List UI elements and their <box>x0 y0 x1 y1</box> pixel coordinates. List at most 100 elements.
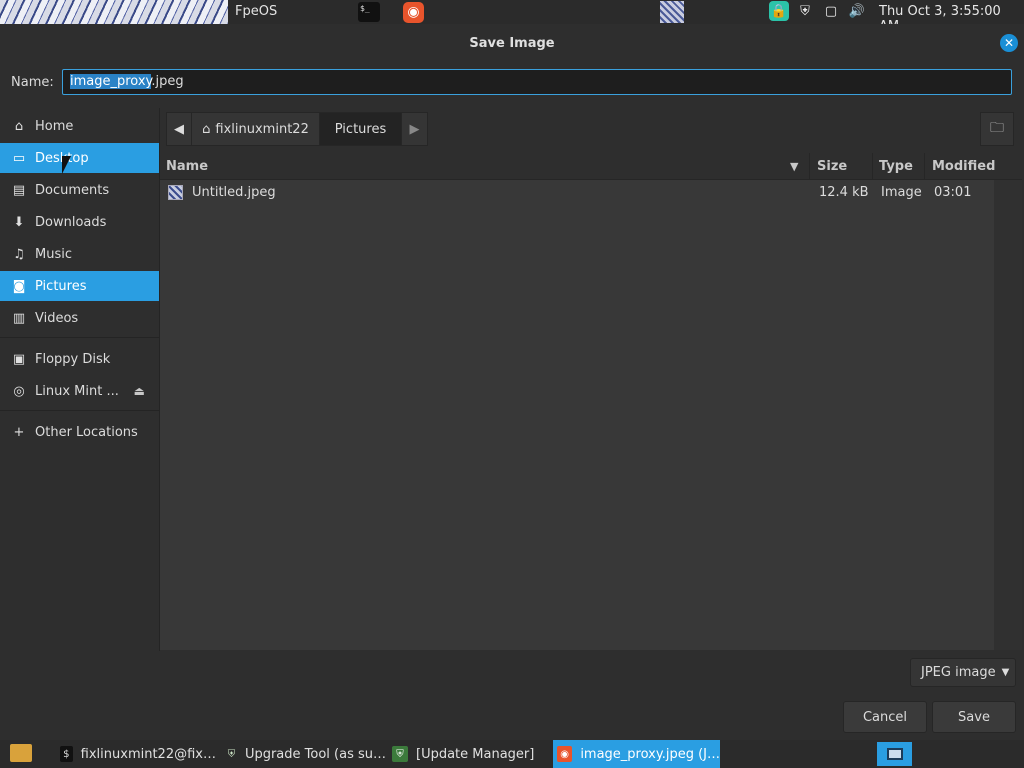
chevron-right-icon: ▶ <box>409 121 420 137</box>
path-current-label: Pictures <box>334 121 387 137</box>
sidebar-item-other-locations[interactable]: + Other Locations <box>0 417 159 447</box>
mouse-pointer <box>62 156 71 174</box>
firefox-icon: ◉ <box>557 746 573 762</box>
sidebar-item-label: Downloads <box>35 214 107 230</box>
column-size[interactable]: Size <box>817 159 847 174</box>
terminal-icon[interactable]: $_ <box>358 2 380 22</box>
file-modified: 03:01 <box>934 185 972 200</box>
column-type[interactable]: Type <box>879 159 913 174</box>
sidebar-item-label: Floppy Disk <box>35 351 111 367</box>
places-sidebar: ⌂ Home ▭ Desktop ▤ Documents ⬇ Downloads… <box>0 108 160 651</box>
terminal-icon: $ <box>60 746 73 762</box>
close-button[interactable]: ✕ <box>1000 34 1018 52</box>
shield-icon[interactable]: ⛨ <box>795 1 815 21</box>
window-icon[interactable]: ▢ <box>821 1 841 21</box>
path-bar: ◀ ⌂ fixlinuxmint22 Pictures ▶ <box>166 112 428 146</box>
filename-input[interactable]: image_proxy.jpeg <box>62 69 1012 95</box>
filename-extension: .jpeg <box>151 74 184 89</box>
sidebar-item-videos[interactable]: ▥ Videos <box>0 303 159 333</box>
home-icon: ⌂ <box>14 118 24 134</box>
workspace-icon <box>886 748 903 760</box>
folder-icon[interactable] <box>10 744 32 762</box>
filename-selection: image_proxy <box>70 74 152 89</box>
home-icon: ⌂ <box>202 121 211 137</box>
sort-down-icon: ▼ <box>790 160 799 173</box>
taskbar: $ fixlinuxmint22@fix… ⛨ Upgrade Tool (as… <box>0 740 1024 768</box>
music-icon: ♫ <box>13 246 25 262</box>
path-home-button[interactable]: ⌂ fixlinuxmint22 <box>192 112 320 146</box>
top-panel: FpeOS $_ ◉ 🔒 ⛨ ▢ 🔊 Thu Oct 3, 3:55:00 AM <box>0 0 1024 34</box>
sidebar-item-label: Music <box>35 246 72 262</box>
sidebar-item-documents[interactable]: ▤ Documents <box>0 175 159 205</box>
taskbar-item-label: [Update Manager] <box>416 746 535 762</box>
sidebar-item-desktop[interactable]: ▭ Desktop <box>0 143 159 173</box>
taskbar-item-update-manager[interactable]: ⛨ [Update Manager] <box>388 740 548 768</box>
name-row: Name: image_proxy.jpeg <box>0 69 1024 97</box>
column-modified[interactable]: Modified <box>932 159 995 174</box>
sidebar-item-music[interactable]: ♫ Music <box>0 239 159 269</box>
download-icon: ⬇ <box>13 214 25 230</box>
scrollbar-track[interactable] <box>994 180 1022 650</box>
sidebar-item-downloads[interactable]: ⬇ Downloads <box>0 207 159 237</box>
plus-icon: + <box>13 424 25 440</box>
dialog-title: Save Image <box>469 35 555 51</box>
file-list-header: Name ▼ Size Type Modified <box>160 153 1022 180</box>
sidebar-item-label: Linux Mint ... <box>35 383 119 399</box>
image-file-icon <box>168 185 183 200</box>
sidebar-item-label: Home <box>35 118 74 134</box>
sidebar-item-label: Videos <box>35 310 79 326</box>
path-forward-button[interactable]: ▶ <box>402 112 428 146</box>
shield-icon: ⛨ <box>392 746 408 762</box>
dialog-titlebar: Save Image ✕ <box>0 24 1024 62</box>
camera-icon: ◙ <box>12 278 26 294</box>
thumbnail-icon[interactable] <box>660 1 684 23</box>
sidebar-separator <box>0 337 159 338</box>
sidebar-item-floppy[interactable]: ▣ Floppy Disk <box>0 344 159 374</box>
sidebar-item-label: Pictures <box>35 278 87 294</box>
sidebar-item-label: Other Locations <box>35 424 138 440</box>
sidebar-item-pictures[interactable]: ◙ Pictures <box>0 271 159 301</box>
workspace-switcher[interactable] <box>877 742 912 766</box>
path-current-button[interactable]: Pictures <box>320 112 402 146</box>
file-type-select[interactable]: JPEG image ▼ <box>910 658 1016 687</box>
file-list: Name ▼ Size Type Modified Untitled.jpeg … <box>160 153 1022 650</box>
table-row[interactable]: Untitled.jpeg 12.4 kB Image 03:01 <box>160 181 994 205</box>
active-app-name: FpeOS <box>235 4 278 19</box>
file-name: Untitled.jpeg <box>192 185 276 200</box>
volume-icon[interactable]: 🔊 <box>847 1 867 21</box>
taskbar-item-label: fixlinuxmint22@fix… <box>80 746 216 762</box>
shield-icon: ⛨ <box>227 748 236 760</box>
wallpaper-strip <box>0 0 228 24</box>
disc-icon: ◎ <box>13 383 25 399</box>
sidebar-separator <box>0 410 159 411</box>
video-icon: ▥ <box>12 310 26 326</box>
firefox-icon[interactable]: ◉ <box>403 2 424 23</box>
sidebar-item-home[interactable]: ⌂ Home <box>0 111 159 141</box>
save-button[interactable]: Save <box>932 701 1016 733</box>
taskbar-item-label: image_proxy.jpeg (J… <box>580 746 720 762</box>
chevron-down-icon: ▼ <box>1001 667 1010 678</box>
chevron-left-icon: ◀ <box>174 121 184 137</box>
system-tray: 🔒 ⛨ ▢ 🔊 <box>769 1 867 21</box>
eject-icon[interactable]: ⏏ <box>134 384 145 398</box>
sidebar-item-label: Documents <box>35 182 110 198</box>
mintupdate-icon[interactable]: 🔒 <box>769 1 789 21</box>
file-size: 12.4 kB <box>819 185 869 200</box>
cancel-button[interactable]: Cancel <box>843 701 927 733</box>
sidebar-item-linux-mint[interactable]: ◎ Linux Mint ... ⏏ <box>0 376 159 406</box>
file-type-label: JPEG image <box>921 665 996 680</box>
new-folder-button[interactable]: 🗀 <box>980 112 1014 146</box>
taskbar-item-label: Upgrade Tool (as su… <box>244 746 386 762</box>
taskbar-item-terminal[interactable]: $ fixlinuxmint22@fix… <box>56 740 216 768</box>
taskbar-item-upgrade-tool[interactable]: ⛨ Upgrade Tool (as su… <box>222 740 386 768</box>
file-type: Image <box>881 185 922 200</box>
path-back-button[interactable]: ◀ <box>166 112 192 146</box>
folder-plus-icon: 🗀 <box>990 120 1004 136</box>
column-separator <box>809 153 810 180</box>
save-image-dialog: Save Image ✕ Name: image_proxy.jpeg ⌂ Ho… <box>0 24 1024 740</box>
floppy-icon: ▣ <box>12 351 26 367</box>
column-name[interactable]: Name <box>166 159 208 174</box>
taskbar-item-image-proxy[interactable]: ◉ image_proxy.jpeg (J… <box>553 740 720 768</box>
column-separator <box>872 153 873 180</box>
desktop-icon: ▭ <box>12 150 26 166</box>
